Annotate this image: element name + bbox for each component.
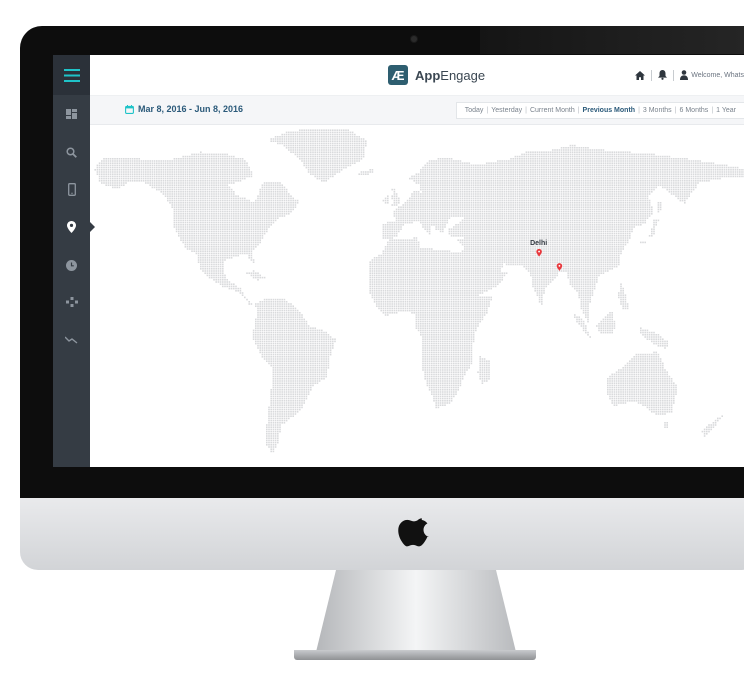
dotted-world-map [94,129,744,453]
date-range-label: Mar 8, 2016 - Jun 8, 2016 [138,104,244,114]
sidebar-item-dashboard[interactable] [53,99,90,129]
sidebar-item-trends[interactable] [53,325,90,355]
brand-name: AppEngage [415,68,485,83]
brand-name-light: Engage [440,67,486,83]
range-option[interactable]: Yesterday [489,107,524,114]
sidebar-item-games[interactable] [53,287,90,317]
range-option[interactable]: 1 Year [714,107,738,114]
quick-range-selector: Today | Yesterday | Current Month | Previous M… [455,102,744,119]
map-marker-dot [538,250,540,253]
sidebar-item-location[interactable] [53,212,95,242]
sidebar-item-devices[interactable] [53,174,90,204]
brand-logo: Æ [388,65,408,85]
trend-down-icon [65,336,78,344]
camera-icon [411,36,417,42]
gamepad-icon [65,297,78,307]
date-range-picker[interactable]: Mar 8, 2016 - Jun 8, 2016 [125,104,243,114]
monitor-chin [20,498,744,570]
mobile-icon [67,182,76,196]
top-bar: Æ AppEngage Welcome, Whats [90,55,744,96]
app-screen: Æ AppEngage Welcome, Whats Mar 8, 2016 -… [53,55,744,467]
map-marker-icon[interactable] [556,263,563,271]
location-pin-icon [67,221,76,233]
range-option[interactable]: 6 Months [678,107,711,114]
filter-bar: Mar 8, 2016 - Jun 8, 2016 Today | Yesterda… [90,96,744,125]
brand[interactable]: Æ AppEngage [388,64,485,86]
sidebar-item-search[interactable] [53,137,90,167]
range-option[interactable]: 3 Months [641,107,674,114]
range-option[interactable]: Previous Month [581,107,638,114]
apple-logo-icon [398,518,429,547]
calendar-icon [125,104,134,114]
map-marker-dot [558,264,561,267]
bell-icon[interactable] [658,70,668,80]
range-option[interactable]: Current Month [528,107,577,114]
search-icon [66,146,77,158]
user-icon[interactable] [680,70,689,80]
clock-icon [66,259,77,271]
monitor-stand [316,570,516,652]
sidebar [53,55,95,467]
monitor-stand-base [294,650,536,660]
welcome-text[interactable]: Welcome, Whats [691,72,744,79]
divider [673,69,675,81]
world-map: Delhi [90,125,744,467]
brand-name-bold: App [415,67,441,83]
home-icon[interactable] [635,70,646,80]
divider [651,69,653,81]
dashboard-icon [66,109,77,119]
hamburger-menu-button[interactable] [53,55,90,95]
sidebar-item-history[interactable] [53,250,90,280]
header-actions: Welcome, Whats [635,68,744,82]
range-option[interactable]: Today [463,107,486,114]
map-marker-label: Delhi [530,239,548,247]
bezel-reflection [480,26,744,54]
hamburger-icon [63,68,80,82]
